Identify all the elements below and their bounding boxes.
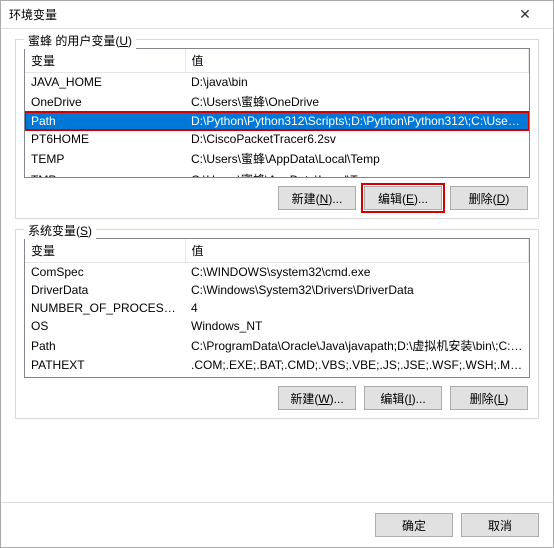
system-variables-table[interactable]: 变量 值 ComSpecC:\WINDOWS\system32\cmd.exeD… bbox=[24, 238, 530, 378]
table-header-row: 变量 值 bbox=[25, 239, 529, 263]
user-buttons-row: 新建(N)... 编辑(E)... 删除(D) bbox=[24, 178, 530, 210]
table-row[interactable]: OSWindows_NT bbox=[25, 317, 529, 335]
dialog-content: 蜜蜂 的用户变量(U) 变量 值 JAVA_HOMED:\java\binOne… bbox=[1, 29, 553, 502]
table-row[interactable]: OneDriveC:\Users\蜜蜂\OneDrive bbox=[25, 91, 529, 112]
cell-name: OS bbox=[25, 317, 185, 335]
system-delete-button[interactable]: 删除(L) bbox=[450, 386, 528, 410]
table-row[interactable]: TMPC:\Users\蜜蜂\AppData\Local\Temp bbox=[25, 169, 529, 178]
cell-name: Path bbox=[25, 335, 185, 356]
table-row[interactable]: TEMPC:\Users\蜜蜂\AppData\Local\Temp bbox=[25, 148, 529, 169]
cell-name: PATHEXT bbox=[25, 356, 185, 374]
close-icon[interactable]: ✕ bbox=[505, 6, 545, 23]
table-row[interactable]: JAVA_HOMED:\java\bin bbox=[25, 73, 529, 92]
cell-name: Path bbox=[25, 112, 185, 130]
cell-name: OneDrive bbox=[25, 91, 185, 112]
cell-name: DriverData bbox=[25, 281, 185, 299]
env-variables-dialog: 环境变量 ✕ 蜜蜂 的用户变量(U) 变量 值 JAVA_HOMED:\java… bbox=[0, 0, 554, 548]
cell-value: C:\ProgramData\Oracle\Java\javapath;D:\虚… bbox=[185, 335, 529, 356]
col-name[interactable]: 变量 bbox=[25, 49, 185, 73]
system-variables-group: 系统变量(S) 变量 值 ComSpecC:\WINDOWS\system32\… bbox=[15, 229, 539, 419]
table-row[interactable]: ComSpecC:\WINDOWS\system32\cmd.exe bbox=[25, 263, 529, 282]
cell-value: C:\Users\蜜蜂\AppData\Local\Temp bbox=[185, 148, 529, 169]
cell-value: C:\Users\蜜蜂\OneDrive bbox=[185, 91, 529, 112]
system-buttons-row: 新建(W)... 编辑(I)... 删除(L) bbox=[24, 378, 530, 410]
cell-value: 4 bbox=[185, 299, 529, 317]
cell-value: D:\java\bin bbox=[185, 73, 529, 92]
table-row[interactable]: NUMBER_OF_PROCESSORS4 bbox=[25, 299, 529, 317]
table-row[interactable]: DriverDataC:\Windows\System32\Drivers\Dr… bbox=[25, 281, 529, 299]
table-row[interactable]: PathD:\Python\Python312\Scripts\;D:\Pyth… bbox=[25, 112, 529, 130]
cell-value: D:\Python\Python312\Scripts\;D:\Python\P… bbox=[185, 112, 529, 130]
cell-name: TMP bbox=[25, 169, 185, 178]
table-row[interactable]: PathC:\ProgramData\Oracle\Java\javapath;… bbox=[25, 335, 529, 356]
cell-value: .COM;.EXE;.BAT;.CMD;.VBS;.VBE;.JS;.JSE;.… bbox=[185, 356, 529, 374]
system-new-button[interactable]: 新建(W)... bbox=[278, 386, 356, 410]
cell-value: Windows_NT bbox=[185, 317, 529, 335]
edit-button-highlight: 编辑(E)... bbox=[364, 186, 442, 210]
cell-value: C:\Users\蜜蜂\AppData\Local\Temp bbox=[185, 169, 529, 178]
user-delete-button[interactable]: 删除(D) bbox=[450, 186, 528, 210]
cell-value: C:\Windows\System32\Drivers\DriverData bbox=[185, 281, 529, 299]
window-title: 环境变量 bbox=[9, 6, 505, 23]
system-variables-label: 系统变量(S) bbox=[24, 222, 96, 239]
cell-name: NUMBER_OF_PROCESSORS bbox=[25, 299, 185, 317]
cancel-button[interactable]: 取消 bbox=[461, 513, 539, 537]
cell-name: TEMP bbox=[25, 148, 185, 169]
col-value[interactable]: 值 bbox=[185, 239, 529, 263]
dialog-footer: 确定 取消 bbox=[1, 502, 553, 547]
user-edit-button[interactable]: 编辑(E)... bbox=[364, 186, 442, 210]
cell-name: PT6HOME bbox=[25, 130, 185, 148]
cell-value: D:\CiscoPacketTracer6.2sv bbox=[185, 130, 529, 148]
table-row[interactable]: PT6HOMED:\CiscoPacketTracer6.2sv bbox=[25, 130, 529, 148]
system-edit-button[interactable]: 编辑(I)... bbox=[364, 386, 442, 410]
table-header-row: 变量 值 bbox=[25, 49, 529, 73]
col-value[interactable]: 值 bbox=[185, 49, 529, 73]
titlebar: 环境变量 ✕ bbox=[1, 1, 553, 29]
cell-name: ComSpec bbox=[25, 263, 185, 282]
cell-value: C:\WINDOWS\system32\cmd.exe bbox=[185, 263, 529, 282]
ok-button[interactable]: 确定 bbox=[375, 513, 453, 537]
user-variables-table[interactable]: 变量 值 JAVA_HOMED:\java\binOneDriveC:\User… bbox=[24, 48, 530, 178]
user-new-button[interactable]: 新建(N)... bbox=[278, 186, 356, 210]
user-variables-label: 蜜蜂 的用户变量(U) bbox=[24, 32, 136, 49]
table-row[interactable]: PATHEXT.COM;.EXE;.BAT;.CMD;.VBS;.VBE;.JS… bbox=[25, 356, 529, 374]
user-variables-group: 蜜蜂 的用户变量(U) 变量 值 JAVA_HOMED:\java\binOne… bbox=[15, 39, 539, 219]
cell-name: JAVA_HOME bbox=[25, 73, 185, 92]
col-name[interactable]: 变量 bbox=[25, 239, 185, 263]
